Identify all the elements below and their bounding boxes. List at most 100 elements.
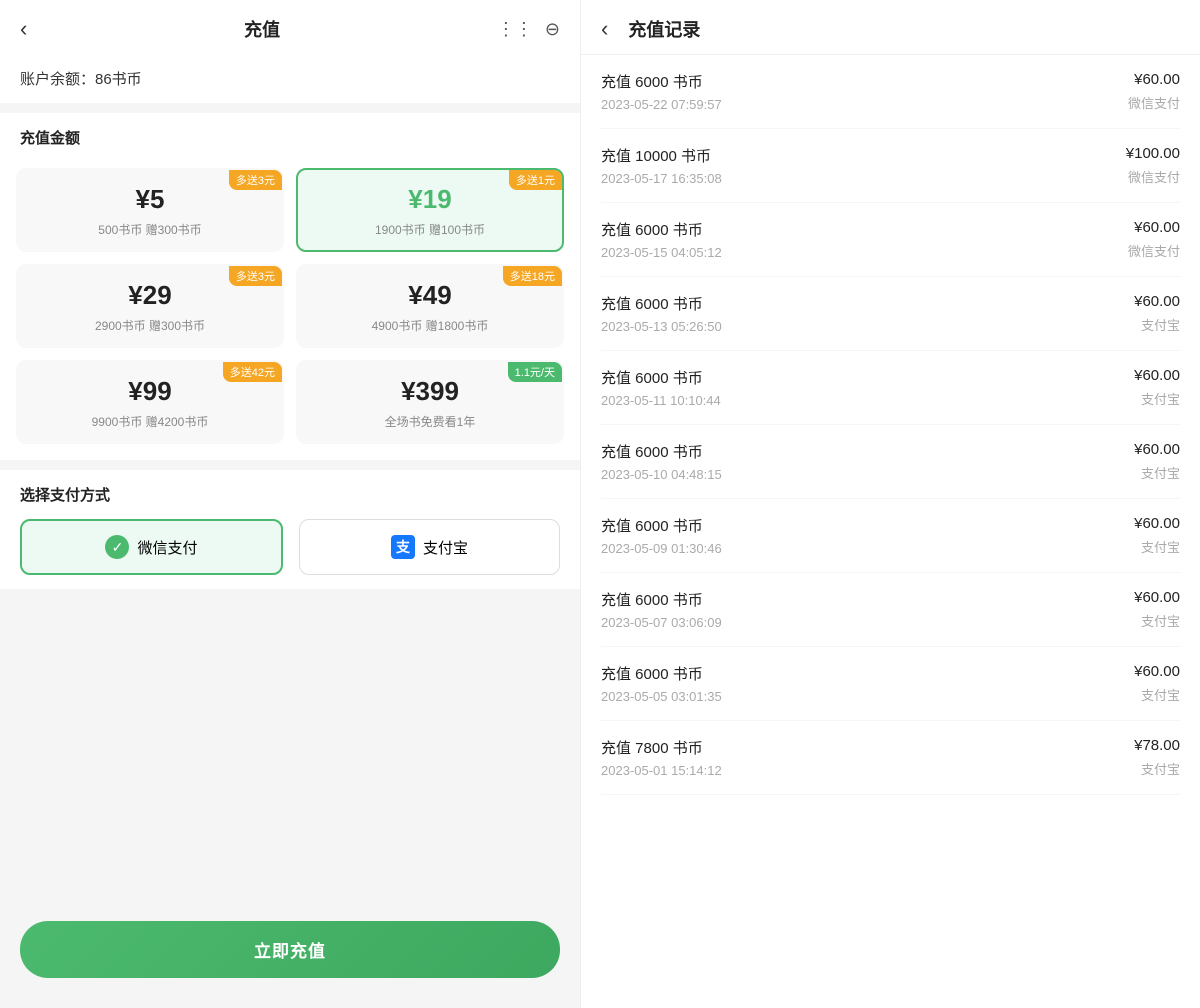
record-right: ¥78.00 支付宝 <box>1134 737 1180 778</box>
record-method: 微信支付 <box>1128 93 1180 112</box>
record-time: 2023-05-09 01:30:46 <box>601 541 722 556</box>
record-left: 充值 6000 书币 2023-05-05 03:01:35 <box>601 663 722 704</box>
record-list: 充值 6000 书币 2023-05-22 07:59:57 ¥60.00 微信… <box>581 55 1200 1008</box>
record-time: 2023-05-22 07:59:57 <box>601 97 722 112</box>
record-title: 充值 6000 书币 <box>601 367 721 388</box>
record-right: ¥60.00 微信支付 <box>1128 71 1180 112</box>
desc-card-49: 4900书币 赠1800书币 <box>310 317 550 334</box>
record-item: 充值 6000 书币 2023-05-07 03:06:09 ¥60.00 支付… <box>601 573 1180 647</box>
record-title: 充值 6000 书币 <box>601 663 722 684</box>
section-title-recharge: 充值金额 <box>0 113 580 158</box>
badge-card-19: 多送1元 <box>509 170 562 190</box>
desc-card-399: 全场书免费看1年 <box>310 413 550 430</box>
page-title: 充值 <box>244 16 280 42</box>
record-left: 充值 10000 书币 2023-05-17 16:35:08 <box>601 145 722 186</box>
record-title: 充值 6000 书币 <box>601 515 722 536</box>
badge-card-29: 多送3元 <box>229 266 282 286</box>
record-item: 充值 6000 书币 2023-05-09 01:30:46 ¥60.00 支付… <box>601 499 1180 573</box>
payment-btn-alipay[interactable]: 支支付宝 <box>299 519 560 575</box>
desc-card-19: 1900书币 赠100书币 <box>310 221 550 238</box>
record-item: 充值 6000 书币 2023-05-22 07:59:57 ¥60.00 微信… <box>601 55 1180 129</box>
recharge-card-card-49[interactable]: 多送18元 ¥49 4900书币 赠1800书币 <box>296 264 564 348</box>
record-time: 2023-05-11 10:10:44 <box>601 393 721 408</box>
record-right: ¥60.00 微信支付 <box>1128 219 1180 260</box>
recharge-card-card-399[interactable]: 1.1元/天 ¥399 全场书免费看1年 <box>296 360 564 444</box>
desc-card-5: 500书币 赠300书币 <box>30 221 270 238</box>
record-item: 充值 6000 书币 2023-05-05 03:01:35 ¥60.00 支付… <box>601 647 1180 721</box>
record-right: ¥60.00 支付宝 <box>1134 589 1180 630</box>
record-item: 充值 6000 书币 2023-05-10 04:48:15 ¥60.00 支付… <box>601 425 1180 499</box>
record-title: 充值 6000 书币 <box>601 219 722 240</box>
record-title: 充值 7800 书币 <box>601 737 722 758</box>
record-amount: ¥78.00 <box>1134 737 1180 754</box>
record-title: 充值 6000 书币 <box>601 293 722 314</box>
close-icon[interactable]: ⊖ <box>545 19 560 40</box>
alipay-icon: 支 <box>391 535 415 559</box>
recharge-card-card-29[interactable]: 多送3元 ¥29 2900书币 赠300书币 <box>16 264 284 348</box>
desc-card-29: 2900书币 赠300书币 <box>30 317 270 334</box>
record-amount: ¥60.00 <box>1134 589 1180 606</box>
balance-bar: 账户余额：86书币 <box>0 54 580 103</box>
record-amount: ¥60.00 <box>1134 441 1180 458</box>
record-item: 充值 10000 书币 2023-05-17 16:35:08 ¥100.00 … <box>601 129 1180 203</box>
record-left: 充值 6000 书币 2023-05-15 04:05:12 <box>601 219 722 260</box>
right-panel: ‹ 充值记录 充值 6000 书币 2023-05-22 07:59:57 ¥6… <box>580 0 1200 1008</box>
right-header: ‹ 充值记录 <box>581 0 1200 55</box>
record-amount: ¥60.00 <box>1134 293 1180 310</box>
left-panel: ‹ 充值 ⋮⋮ ⊖ 账户余额：86书币 充值金额 多送3元 ¥5 500书币 赠… <box>0 0 580 1008</box>
record-time: 2023-05-07 03:06:09 <box>601 615 722 630</box>
recharge-card-card-99[interactable]: 多送42元 ¥99 9900书币 赠4200书币 <box>16 360 284 444</box>
badge-card-399: 1.1元/天 <box>508 362 562 382</box>
record-right: ¥60.00 支付宝 <box>1134 515 1180 556</box>
record-method: 微信支付 <box>1128 241 1180 260</box>
record-method: 支付宝 <box>1134 537 1180 556</box>
right-back-button[interactable]: ‹ <box>601 16 608 42</box>
record-method: 支付宝 <box>1134 611 1180 630</box>
payment-label-wechat: 微信支付 <box>137 537 197 558</box>
menu-icon[interactable]: ⋮⋮ <box>497 19 533 40</box>
record-method: 支付宝 <box>1134 463 1180 482</box>
record-time: 2023-05-17 16:35:08 <box>601 171 722 186</box>
desc-card-99: 9900书币 赠4200书币 <box>30 413 270 430</box>
right-page-title: 充值记录 <box>628 16 700 42</box>
recharge-grid: 多送3元 ¥5 500书币 赠300书币 多送1元 ¥19 1900书币 赠10… <box>0 158 580 460</box>
record-amount: ¥60.00 <box>1128 219 1180 236</box>
record-amount: ¥100.00 <box>1126 145 1180 162</box>
record-title: 充值 6000 书币 <box>601 441 722 462</box>
record-left: 充值 6000 书币 2023-05-10 04:48:15 <box>601 441 722 482</box>
record-method: 支付宝 <box>1134 759 1180 778</box>
record-amount: ¥60.00 <box>1134 663 1180 680</box>
payment-btn-wechat[interactable]: ✓ 微信支付 <box>20 519 283 575</box>
recharge-card-card-19[interactable]: 多送1元 ¥19 1900书币 赠100书币 <box>296 168 564 252</box>
confirm-btn-wrap: 立即充值 <box>0 589 580 1008</box>
record-left: 充值 6000 书币 2023-05-07 03:06:09 <box>601 589 722 630</box>
record-item: 充值 6000 书币 2023-05-13 05:26:50 ¥60.00 支付… <box>601 277 1180 351</box>
record-right: ¥60.00 支付宝 <box>1134 663 1180 704</box>
record-amount: ¥60.00 <box>1128 71 1180 88</box>
payment-section: 选择支付方式 ✓ 微信支付 支支付宝 <box>0 470 580 589</box>
record-left: 充值 6000 书币 2023-05-11 10:10:44 <box>601 367 721 408</box>
record-right: ¥60.00 支付宝 <box>1134 293 1180 334</box>
record-title: 充值 10000 书币 <box>601 145 722 166</box>
record-method: 支付宝 <box>1134 315 1180 334</box>
record-title: 充值 6000 书币 <box>601 589 722 610</box>
record-left: 充值 7800 书币 2023-05-01 15:14:12 <box>601 737 722 778</box>
record-time: 2023-05-15 04:05:12 <box>601 245 722 260</box>
badge-card-5: 多送3元 <box>229 170 282 190</box>
confirm-button[interactable]: 立即充值 <box>20 921 560 978</box>
back-button[interactable]: ‹ <box>20 16 27 42</box>
recharge-card-card-5[interactable]: 多送3元 ¥5 500书币 赠300书币 <box>16 168 284 252</box>
header-icons: ⋮⋮ ⊖ <box>497 19 560 40</box>
record-method: 微信支付 <box>1126 167 1180 186</box>
record-left: 充值 6000 书币 2023-05-22 07:59:57 <box>601 71 722 112</box>
record-time: 2023-05-05 03:01:35 <box>601 689 722 704</box>
balance-text: 账户余额：86书币 <box>20 71 142 88</box>
record-left: 充值 6000 书币 2023-05-13 05:26:50 <box>601 293 722 334</box>
wechat-icon: ✓ <box>105 535 129 559</box>
record-item: 充值 7800 书币 2023-05-01 15:14:12 ¥78.00 支付… <box>601 721 1180 795</box>
record-item: 充值 6000 书币 2023-05-11 10:10:44 ¥60.00 支付… <box>601 351 1180 425</box>
badge-card-49: 多送18元 <box>503 266 562 286</box>
record-left: 充值 6000 书币 2023-05-09 01:30:46 <box>601 515 722 556</box>
record-method: 支付宝 <box>1134 685 1180 704</box>
payment-section-title: 选择支付方式 <box>20 484 560 505</box>
